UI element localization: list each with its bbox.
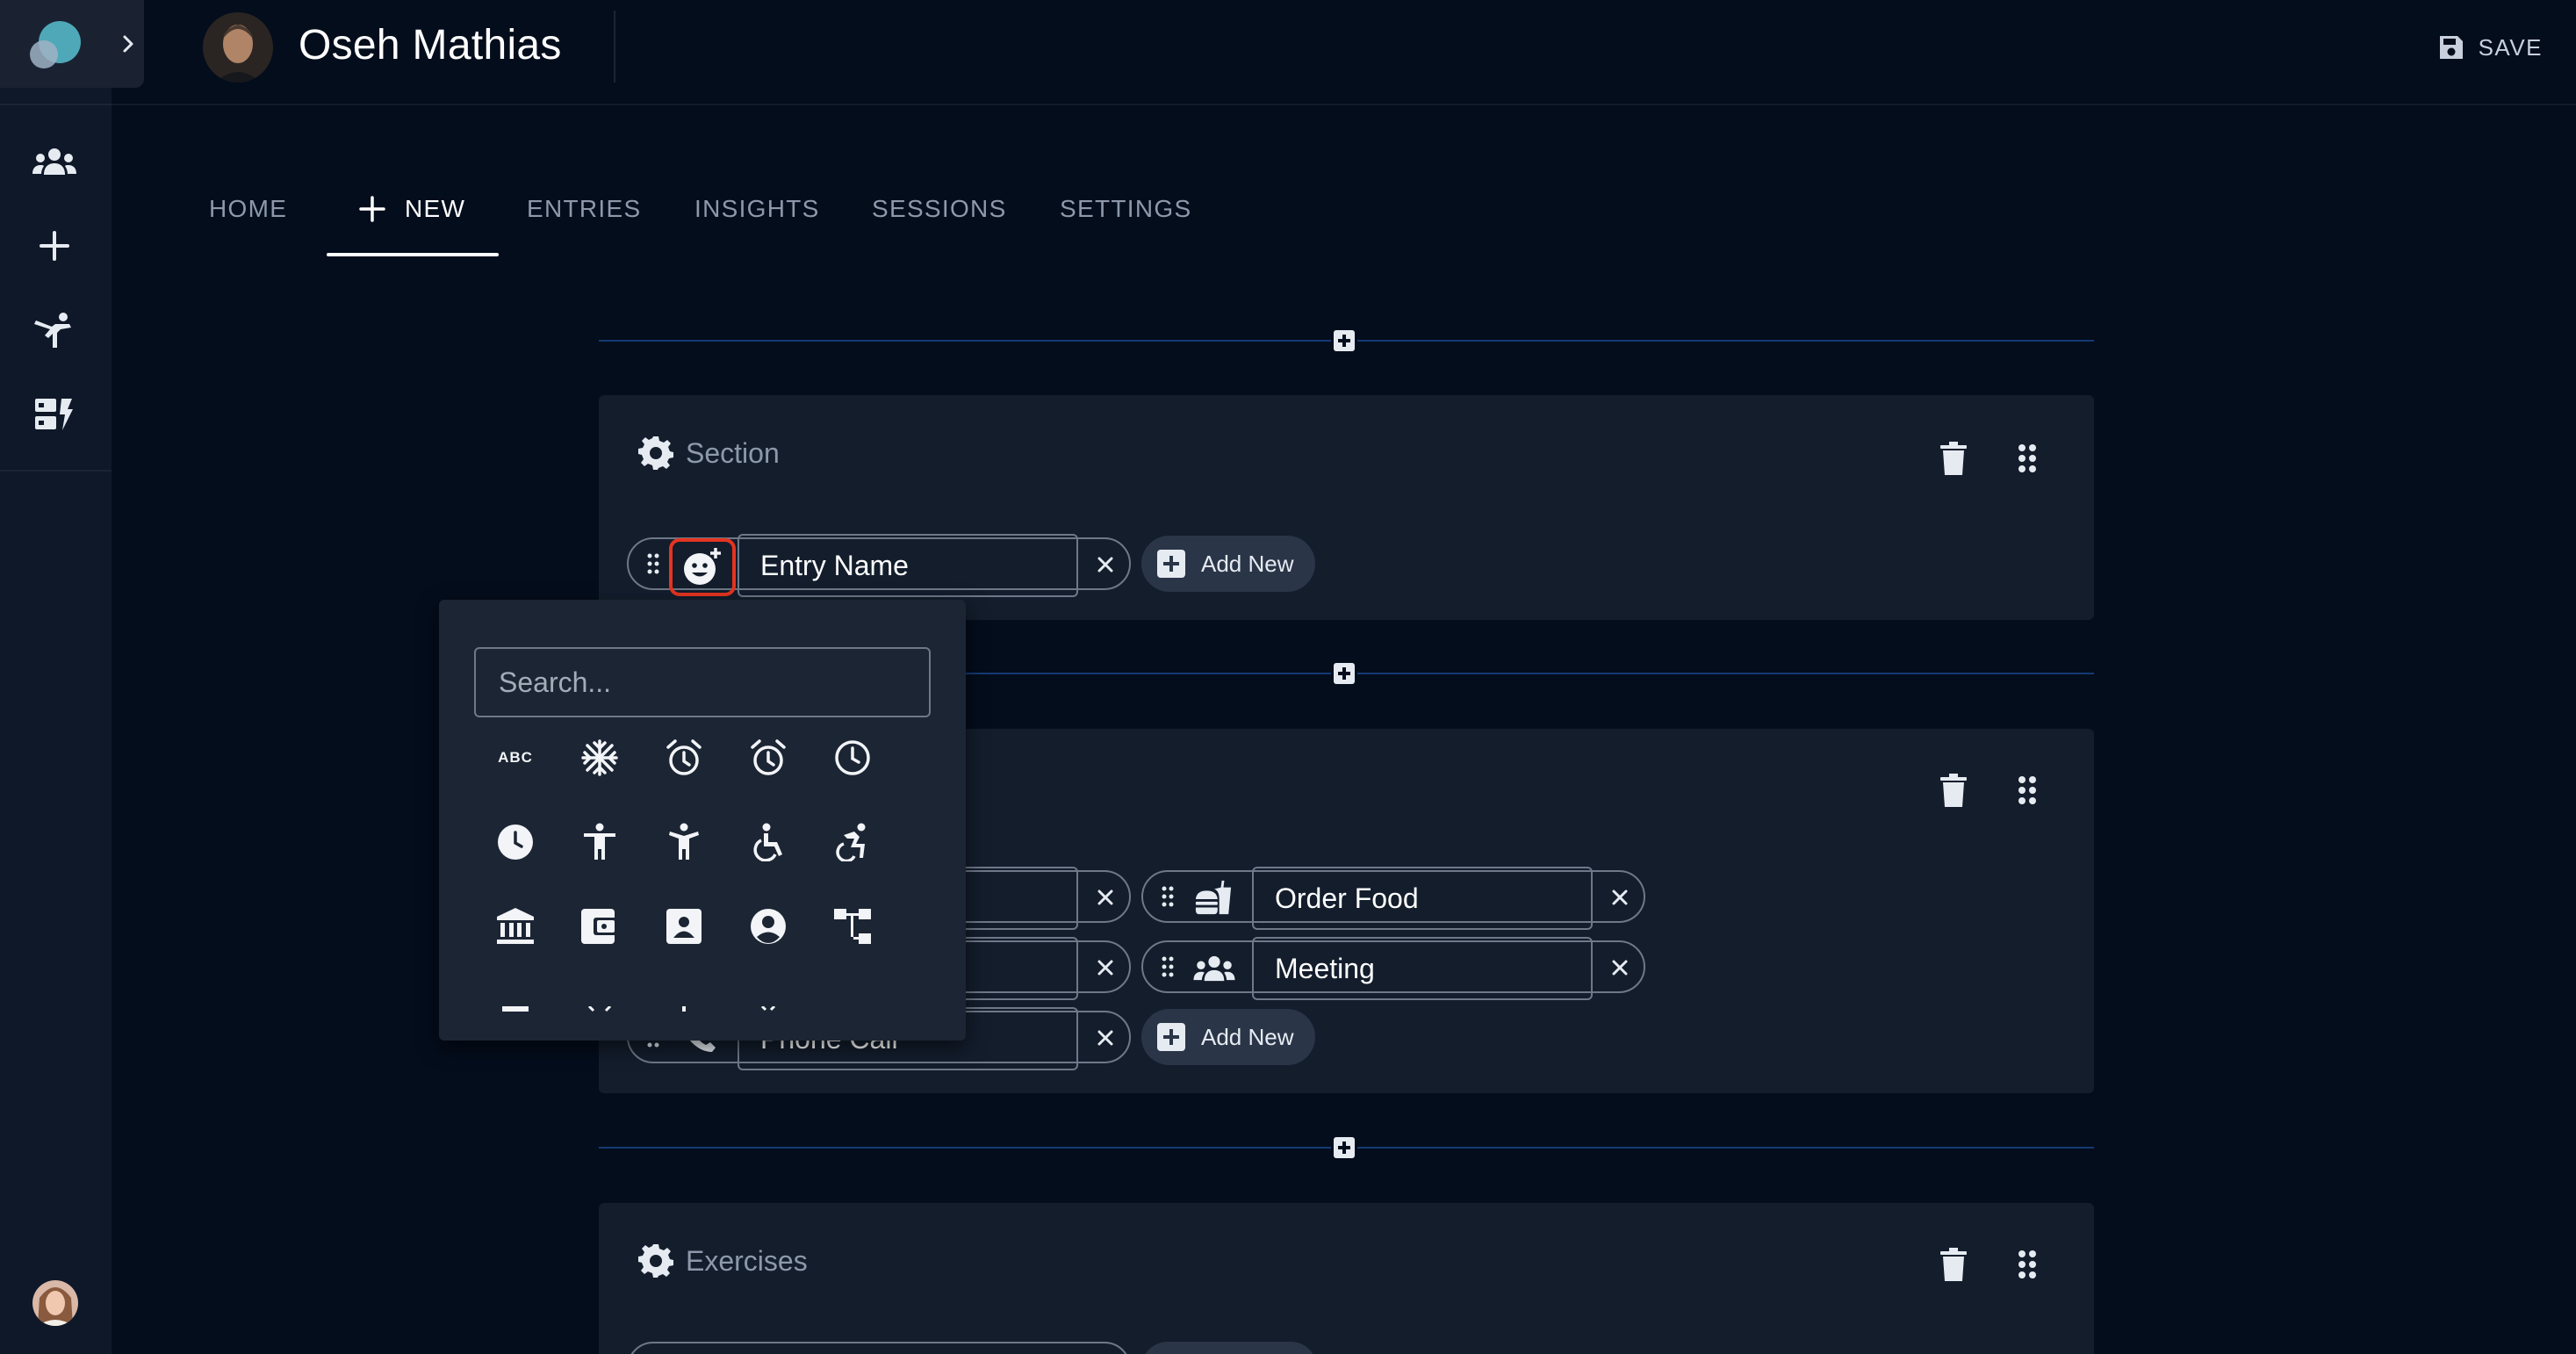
abc-icon[interactable]: ABC [489, 731, 542, 784]
add-box-icon [1157, 550, 1185, 578]
tab-sessions[interactable]: SESSIONS [872, 158, 1007, 259]
save-button[interactable]: SAVE [2438, 26, 2543, 68]
tab-new-label: NEW [405, 194, 466, 222]
ac-unit-icon[interactable] [573, 731, 626, 784]
add-box-icon [1334, 330, 1355, 351]
delete-icon[interactable] [1936, 769, 1971, 811]
access-time-icon[interactable] [826, 731, 879, 784]
add-new-label: Add New [1201, 550, 1294, 577]
drag-indicator-icon[interactable] [1159, 884, 1176, 909]
account-box-icon[interactable] [658, 900, 710, 953]
drag-indicator-icon[interactable] [2010, 1243, 2045, 1286]
tab-new[interactable]: NEW [359, 158, 465, 259]
icon-option[interactable] [742, 984, 795, 1037]
groups-icon[interactable] [1192, 949, 1236, 988]
access-alarm-icon[interactable] [658, 731, 710, 784]
icon-option[interactable] [489, 984, 542, 1037]
groups-icon[interactable] [30, 137, 79, 186]
accessibility-new-icon[interactable] [658, 816, 710, 868]
close-icon[interactable] [1092, 884, 1119, 911]
settings-icon [638, 1244, 673, 1278]
settings-icon [638, 436, 673, 470]
account-tree-icon[interactable] [826, 900, 879, 953]
add-reaction-icon[interactable] [669, 538, 736, 596]
close-icon[interactable] [1092, 551, 1119, 578]
entry-chip [627, 1342, 1131, 1354]
insert-section-divider [599, 1134, 2094, 1161]
accessible-icon[interactable] [742, 816, 795, 868]
access-time-filled-icon[interactable] [489, 816, 542, 868]
icon-search-input[interactable] [474, 647, 931, 717]
dashboard-customize-icon[interactable] [30, 390, 79, 439]
entry-name-field[interactable]: Order Food [1252, 867, 1593, 930]
account-circle-icon[interactable] [742, 900, 795, 953]
accessibility-icon[interactable] [573, 816, 626, 868]
page-title: Oseh Mathias [299, 22, 562, 68]
close-icon[interactable] [1092, 1025, 1119, 1051]
profile-avatar[interactable] [203, 12, 273, 83]
add-section-button[interactable] [1331, 1134, 1357, 1161]
account-balance-wallet-icon[interactable] [573, 900, 626, 953]
close-icon[interactable] [1607, 884, 1633, 911]
app-logo[interactable] [25, 18, 88, 74]
section-card: Exercises [599, 1203, 2094, 1354]
top-bar: Oseh Mathias SAVE [112, 0, 2576, 105]
add-section-button[interactable] [1331, 328, 1357, 354]
section-card: Section Entry Name Add New [599, 395, 2094, 620]
close-icon[interactable] [1607, 954, 1633, 981]
accessible-forward-icon[interactable] [826, 816, 879, 868]
entry-chip: Order Food [1141, 867, 1645, 930]
add-new-label: Add New [1201, 1023, 1294, 1050]
add-new-entry-button[interactable] [1141, 1342, 1317, 1354]
sidebar-divider [0, 104, 112, 105]
save-icon [2439, 36, 2463, 59]
entry-chip: Meeting [1141, 937, 1645, 1000]
tab-insights[interactable]: INSIGHTS [694, 158, 820, 259]
delete-icon[interactable] [1936, 437, 1971, 479]
add-box-icon [1157, 1023, 1185, 1051]
drag-indicator-icon[interactable] [2010, 769, 2045, 811]
entry-chip: Entry Name [627, 534, 1131, 597]
section-title-label: Section [686, 436, 780, 469]
add-new-entry-button[interactable]: Add New [1141, 536, 1315, 592]
account-balance-icon[interactable] [489, 900, 542, 953]
avatar[interactable] [32, 1280, 78, 1326]
sidebar-divider [0, 470, 112, 472]
close-icon[interactable] [1092, 954, 1119, 981]
add-icon [359, 195, 385, 222]
drag-indicator-icon[interactable] [1159, 954, 1176, 979]
add-box-icon [1334, 1137, 1355, 1158]
fastfood-icon[interactable] [1194, 879, 1233, 918]
entry-name-field[interactable]: Entry Name [738, 534, 1078, 597]
icon-option[interactable] [658, 984, 710, 1037]
add-icon[interactable] [30, 221, 79, 270]
section-title[interactable]: Exercises [638, 1243, 808, 1278]
icon-option[interactable] [573, 984, 626, 1037]
add-section-button[interactable] [1331, 660, 1357, 687]
tab-settings[interactable]: SETTINGS [1060, 158, 1191, 259]
section-title-label: Exercises [686, 1244, 808, 1277]
entry-name-field[interactable]: Meeting [1252, 937, 1593, 1000]
active-tab-indicator [327, 253, 499, 256]
save-label: SAVE [2478, 33, 2543, 61]
drag-indicator-icon[interactable] [2010, 437, 2045, 479]
access-alarms-icon[interactable] [742, 731, 795, 784]
tab-home[interactable]: HOME [209, 158, 287, 259]
add-new-entry-button[interactable]: Add New [1141, 1009, 1315, 1065]
sidebar [0, 0, 112, 1354]
drag-indicator-icon[interactable] [644, 551, 662, 576]
icon-picker-popup: ABC [439, 600, 966, 1041]
tab-entries[interactable]: ENTRIES [527, 158, 641, 259]
add-box-icon [1334, 663, 1355, 684]
sports-martial-arts-icon[interactable] [30, 306, 79, 355]
insert-section-divider [599, 328, 2094, 354]
delete-icon[interactable] [1936, 1243, 1971, 1286]
header-divider [614, 11, 615, 83]
section-title[interactable]: Section [638, 436, 780, 471]
